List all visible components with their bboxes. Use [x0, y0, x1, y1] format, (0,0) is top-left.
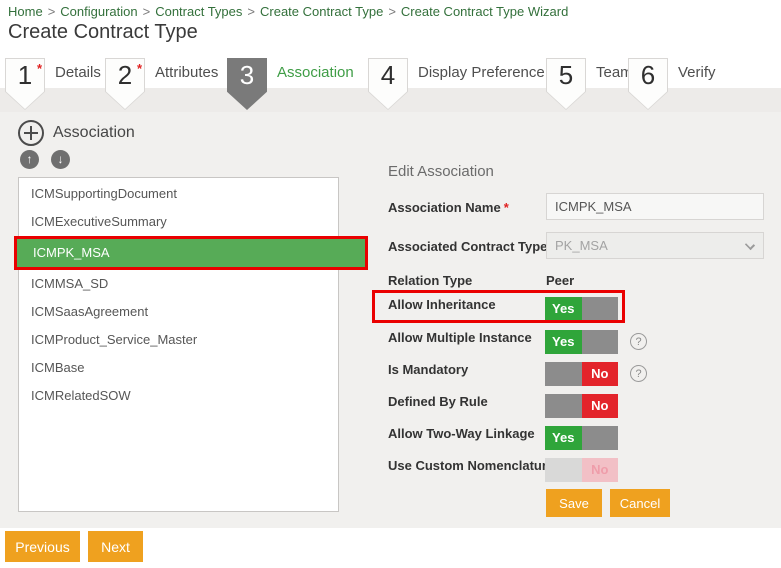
- toggle-off: [545, 458, 582, 482]
- wizard-step-bar: 1 * Details 2 * Attributes 3 Association: [0, 58, 781, 112]
- allow-two-way-linkage-toggle[interactable]: Yes: [545, 426, 618, 450]
- association-section-title: Association: [53, 124, 135, 142]
- toggle-yes: Yes: [545, 297, 582, 321]
- association-name-field[interactable]: [546, 193, 764, 220]
- is-mandatory-label: Is Mandatory: [388, 362, 468, 377]
- breadcrumb-separator: >: [48, 4, 56, 19]
- toggle-off: [582, 426, 619, 450]
- step-6-verify[interactable]: 6 Verify: [628, 58, 716, 110]
- move-up-icon[interactable]: ↑: [20, 150, 39, 169]
- association-name-label: Association Name*: [388, 200, 509, 215]
- toggle-no: No: [582, 458, 619, 482]
- move-down-icon[interactable]: ↓: [51, 150, 70, 169]
- step-label: Details: [55, 58, 101, 88]
- breadcrumb: Home > Configuration > Contract Types > Create…: [8, 4, 568, 19]
- step-label: Attributes: [155, 58, 218, 88]
- previous-button[interactable]: Previous: [5, 531, 80, 562]
- list-item-selected[interactable]: ICMPK_MSA: [14, 236, 368, 270]
- selected-value: PK_MSA: [555, 238, 608, 253]
- step-5-marker: 5: [546, 58, 586, 110]
- chevron-down-icon: [745, 240, 755, 250]
- list-item[interactable]: ICMSupportingDocument: [19, 180, 338, 208]
- breadcrumb-separator: >: [247, 4, 255, 19]
- toggle-no: No: [582, 362, 619, 386]
- step-3-marker: 3: [227, 58, 267, 110]
- toggle-off: [545, 394, 582, 418]
- defined-by-rule-label: Defined By Rule: [388, 394, 488, 409]
- toggle-no: No: [582, 394, 619, 418]
- step-number: 3: [227, 58, 267, 92]
- allow-two-way-linkage-label: Allow Two-Way Linkage: [388, 426, 535, 441]
- defined-by-rule-toggle[interactable]: No: [545, 394, 618, 418]
- step-number: 6: [628, 58, 668, 92]
- required-asterisk: *: [137, 61, 142, 76]
- step-5-team[interactable]: 5 Team: [546, 58, 633, 110]
- breadcrumb-separator: >: [388, 4, 396, 19]
- step-1-marker: 1 *: [5, 58, 45, 110]
- list-item[interactable]: ICMSaasAgreement: [19, 298, 338, 326]
- step-1-details[interactable]: 1 * Details: [5, 58, 101, 110]
- step-2-marker: 2 *: [105, 58, 145, 110]
- step-number: 5: [546, 58, 586, 92]
- is-mandatory-toggle[interactable]: No: [545, 362, 618, 386]
- association-list: ICMSupportingDocument ICMExecutiveSummar…: [18, 177, 339, 512]
- edit-panel-title: Edit Association: [388, 163, 494, 180]
- step-number: 4: [368, 58, 408, 92]
- required-asterisk: *: [504, 200, 509, 215]
- list-item[interactable]: ICMRelatedSOW: [19, 382, 338, 410]
- toggle-off: [582, 330, 619, 354]
- allow-multiple-instance-toggle[interactable]: Yes: [545, 330, 618, 354]
- list-item[interactable]: ICMProduct_Service_Master: [19, 326, 338, 354]
- step-3-association-active[interactable]: 3 Association: [227, 58, 354, 110]
- step-2-attributes[interactable]: 2 * Attributes: [105, 58, 218, 110]
- step-4-marker: 4: [368, 58, 408, 110]
- page-title: Create Contract Type: [8, 21, 198, 44]
- breadcrumb-home[interactable]: Home: [8, 4, 43, 19]
- allow-inheritance-toggle[interactable]: Yes: [545, 297, 618, 321]
- association-section-header: Association: [18, 120, 135, 146]
- cancel-button[interactable]: Cancel: [610, 489, 670, 517]
- toggle-yes: Yes: [545, 330, 582, 354]
- step-label: Association: [277, 58, 354, 88]
- help-icon[interactable]: ?: [630, 365, 647, 382]
- breadcrumb-create-contract-type[interactable]: Create Contract Type: [260, 4, 383, 19]
- breadcrumb-configuration[interactable]: Configuration: [60, 4, 137, 19]
- step-label: Verify: [678, 58, 716, 88]
- step-label: Display Preference: [418, 58, 545, 88]
- save-button[interactable]: Save: [546, 489, 602, 517]
- next-button[interactable]: Next: [88, 531, 143, 562]
- breadcrumb-separator: >: [143, 4, 151, 19]
- list-item[interactable]: ICMExecutiveSummary: [19, 208, 338, 236]
- breadcrumb-create-contract-type-wizard[interactable]: Create Contract Type Wizard: [401, 4, 568, 19]
- list-item[interactable]: ICMMSA_SD: [19, 270, 338, 298]
- add-association-icon[interactable]: [18, 120, 44, 146]
- use-custom-nomenclature-label: Use Custom Nomenclature: [388, 458, 554, 473]
- use-custom-nomenclature-toggle: No: [545, 458, 618, 482]
- required-asterisk: *: [37, 61, 42, 76]
- breadcrumb-contract-types[interactable]: Contract Types: [155, 4, 242, 19]
- list-item[interactable]: ICMBase: [19, 354, 338, 382]
- edit-association-panel: Edit Association Association Name* Assoc…: [372, 160, 772, 528]
- create-contract-type-page: Home > Configuration > Contract Types > Create…: [0, 0, 781, 568]
- allow-multiple-instance-label: Allow Multiple Instance: [388, 330, 532, 345]
- toggle-yes: Yes: [545, 426, 582, 450]
- toggle-off: [545, 362, 582, 386]
- relation-type-label: Relation Type: [388, 273, 472, 288]
- step-4-display-preference[interactable]: 4 Display Preference: [368, 58, 545, 110]
- toggle-off: [582, 297, 619, 321]
- associated-contract-type-label: Associated Contract Type*: [388, 239, 555, 254]
- relation-type-value: Peer: [546, 273, 574, 288]
- associated-contract-type-select[interactable]: PK_MSA: [546, 232, 764, 259]
- help-icon[interactable]: ?: [630, 333, 647, 350]
- step-6-marker: 6: [628, 58, 668, 110]
- allow-inheritance-label: Allow Inheritance: [388, 297, 496, 312]
